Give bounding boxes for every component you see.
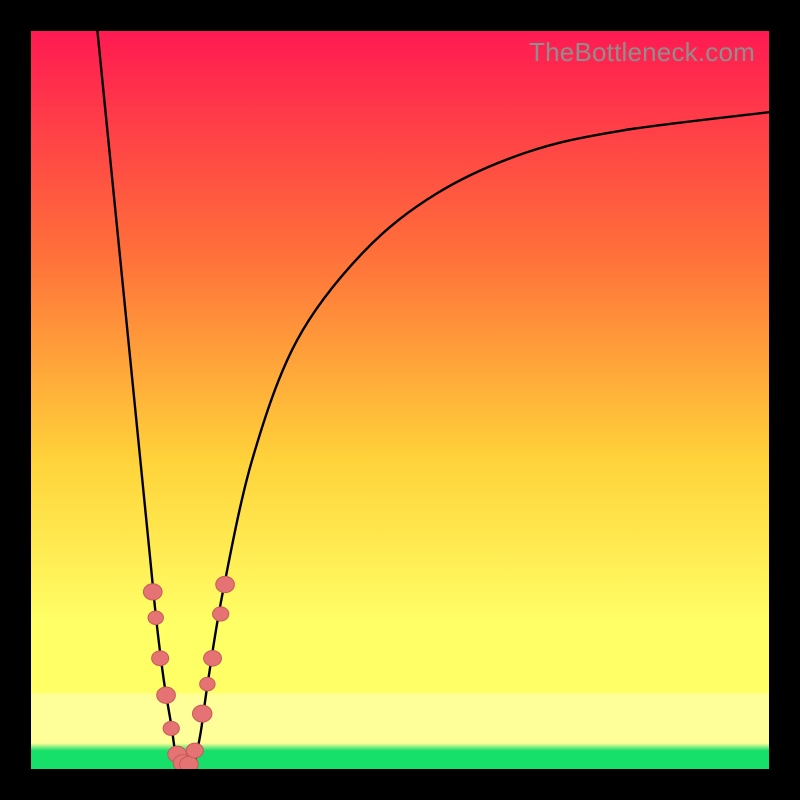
- gradient-background: [31, 31, 769, 769]
- data-point: [192, 705, 211, 722]
- chart-svg: [31, 31, 769, 769]
- data-point: [157, 687, 176, 703]
- data-point: [200, 677, 215, 690]
- data-point: [216, 576, 235, 592]
- plot-area: TheBottleneck.com: [31, 31, 769, 769]
- data-point: [148, 611, 163, 624]
- data-point: [143, 584, 162, 600]
- data-point: [152, 651, 169, 666]
- data-point: [163, 721, 179, 735]
- data-point: [204, 651, 222, 667]
- data-point: [213, 607, 229, 621]
- data-point: [186, 743, 203, 758]
- chart-frame: TheBottleneck.com: [0, 0, 800, 800]
